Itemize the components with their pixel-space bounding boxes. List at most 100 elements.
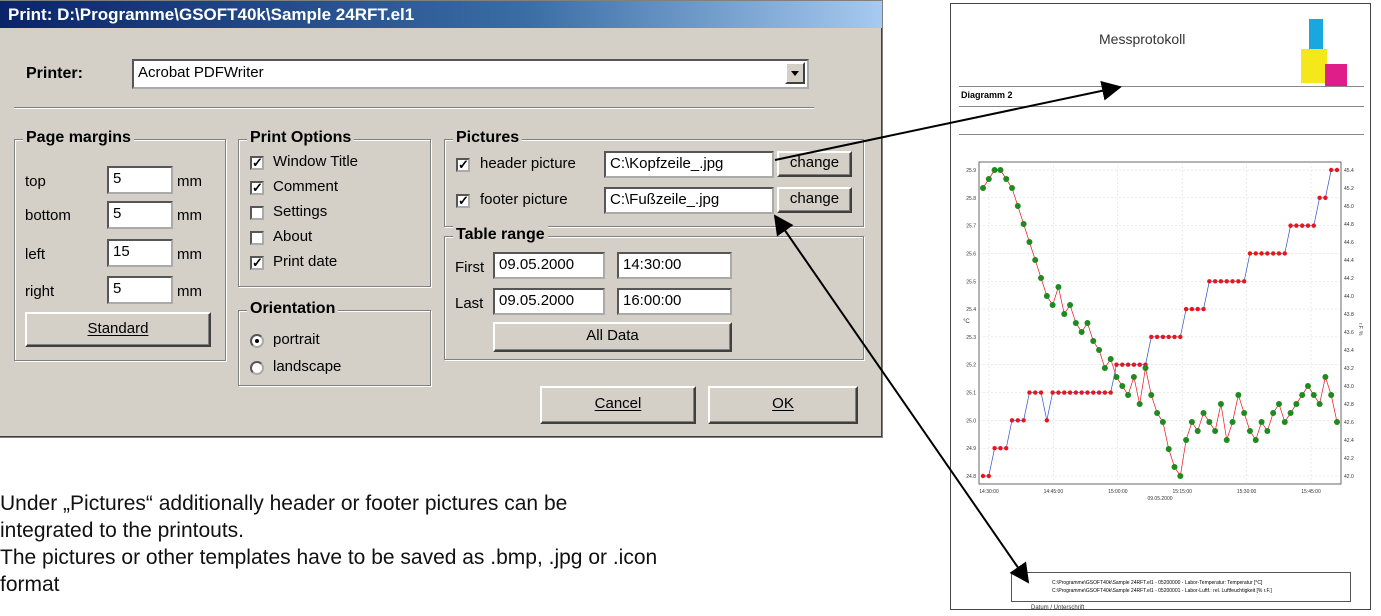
separator <box>14 107 814 109</box>
margin-right-unit: mm <box>177 283 202 300</box>
margin-left-input[interactable]: 15 <box>107 239 173 267</box>
temperature-point <box>1299 223 1305 228</box>
temperature-point <box>1160 334 1166 340</box>
temperature-point <box>1207 279 1212 284</box>
humidity-point <box>1241 410 1248 416</box>
temperature-point <box>1189 306 1195 312</box>
chart-svg: 25.9 25.8 25.7 25.6 25.5 25.4 25.3 25.2 25.1 25.0… <box>963 161 1363 502</box>
header-picture-input[interactable]: C:\Kopfzeile_.jpg <box>604 151 774 178</box>
y-right-tick: 45.0 <box>1344 204 1354 210</box>
all-data-button[interactable]: All Data <box>493 322 732 352</box>
y-left-tick: 25.5 <box>966 279 976 285</box>
humidity-point <box>1014 203 1021 209</box>
about-checkbox[interactable] <box>250 231 264 245</box>
standard-button-label: Standard <box>87 320 149 337</box>
footer-picture-label: footer picture <box>480 191 568 208</box>
margin-right-label: right <box>25 283 55 300</box>
humidity-point <box>1310 392 1317 398</box>
humidity-point <box>1264 428 1271 434</box>
temperature-point <box>1096 390 1102 395</box>
comment-rule-top <box>959 106 1364 107</box>
last-date-input[interactable]: 09.05.2000 <box>493 288 605 315</box>
temperature-point <box>1091 390 1096 395</box>
x-tick: 15:45:00 <box>1301 489 1321 495</box>
print-dialog: Print: D:\Programme\GSOFT40k\Sample 24RF… <box>0 0 883 438</box>
humidity-point <box>1270 410 1277 416</box>
first-time-input[interactable]: 14:30:00 <box>617 252 732 279</box>
first-date-input[interactable]: 09.05.2000 <box>493 252 605 279</box>
printer-label: Printer: <box>26 65 83 82</box>
humidity-point <box>1067 302 1074 308</box>
portrait-radio[interactable] <box>250 334 264 348</box>
temperature-point <box>1137 362 1142 367</box>
humidity-point <box>1194 428 1201 434</box>
temperature-point <box>992 445 997 451</box>
printer-select[interactable]: Acrobat PDFWriter <box>132 59 809 89</box>
temperature-point <box>1183 306 1189 312</box>
chart-legend-box: C:\Programme\GSOFT40k\Sample 24RFT.el1 -… <box>1011 572 1351 602</box>
y-right-tick: 43.4 <box>1344 348 1354 354</box>
caption-line-2: integrated to the printouts. <box>0 519 244 542</box>
y-left-tick: 25.0 <box>966 418 976 424</box>
standard-button[interactable]: Standard <box>25 312 211 347</box>
y-right-axis-label: r.F. % <box>1357 323 1363 336</box>
footer-change-button[interactable]: change <box>777 187 852 213</box>
humidity-point <box>1212 428 1219 434</box>
temperature-point <box>1085 390 1090 395</box>
temperature-point <box>1073 390 1079 395</box>
y-right-tick: 42.4 <box>1344 438 1354 444</box>
margin-bottom-input[interactable]: 5 <box>107 201 173 229</box>
header-underline <box>959 86 1364 87</box>
margin-left-label: left <box>25 246 46 263</box>
window-title-checkbox[interactable]: ✓ <box>250 156 264 170</box>
humidity-point <box>1206 419 1213 425</box>
header-picture-checkbox[interactable]: ✓ <box>456 158 470 172</box>
y-left-tick: 25.9 <box>966 168 976 174</box>
landscape-label: landscape <box>273 358 342 375</box>
y-right-tick: 44.6 <box>1344 240 1354 246</box>
printer-dropdown-button[interactable] <box>785 62 805 84</box>
last-label: Last <box>455 295 484 312</box>
humidity-point <box>1003 176 1010 182</box>
temperature-point <box>1079 390 1084 395</box>
margin-right-input[interactable]: 5 <box>107 276 173 304</box>
footer-picture-checkbox[interactable]: ✓ <box>456 194 470 208</box>
humidity-point <box>985 176 992 182</box>
caption-line-4: format <box>0 573 60 596</box>
print-date-checkbox[interactable]: ✓ <box>250 256 264 270</box>
settings-checkbox[interactable] <box>250 206 264 220</box>
humidity-point <box>1078 329 1085 335</box>
last-time-input[interactable]: 16:00:00 <box>617 288 732 315</box>
cancel-button[interactable]: Cancel <box>540 386 696 424</box>
humidity-point <box>1101 365 1108 371</box>
temperature-point <box>1102 390 1108 395</box>
printout-preview: Messprotokoll Diagramm 2 25.9 25.8 25.7 25.… <box>950 3 1371 611</box>
print-date-label: Print date <box>273 253 338 270</box>
humidity-point <box>1252 437 1259 443</box>
portrait-label: portrait <box>273 331 320 348</box>
y-right-tick: 42.6 <box>1344 420 1354 426</box>
x-tick: 15:15:00 <box>1172 489 1192 495</box>
humidity-point <box>1188 419 1195 425</box>
printer-select-value: Acrobat PDFWriter <box>138 64 264 81</box>
y-left-tick: 24.8 <box>966 474 976 480</box>
margin-bottom-label: bottom <box>25 207 71 224</box>
y-left-tick: 25.3 <box>966 335 976 341</box>
humidity-point <box>1055 284 1062 290</box>
comment-checkbox[interactable]: ✓ <box>250 181 264 195</box>
landscape-radio[interactable] <box>250 361 264 375</box>
temperature-point <box>1062 390 1067 395</box>
dialog-title[interactable]: Print: D:\Programme\GSOFT40k\Sample 24RF… <box>0 1 882 28</box>
humidity-point <box>1020 221 1027 227</box>
ok-button[interactable]: OK <box>708 386 858 424</box>
logo-magenta-block <box>1325 64 1347 86</box>
footer-picture-input[interactable]: C:\Fußzeile_.jpg <box>604 187 774 214</box>
humidity-point <box>1183 437 1190 443</box>
header-change-button[interactable]: change <box>777 151 852 177</box>
humidity-line <box>982 169 1338 477</box>
print-options-title: Print Options <box>247 129 355 147</box>
y-right-tick: 42.2 <box>1344 456 1354 462</box>
temperature-point <box>1288 223 1293 228</box>
temperature-point <box>1241 279 1247 284</box>
margin-top-input[interactable]: 5 <box>107 166 173 194</box>
